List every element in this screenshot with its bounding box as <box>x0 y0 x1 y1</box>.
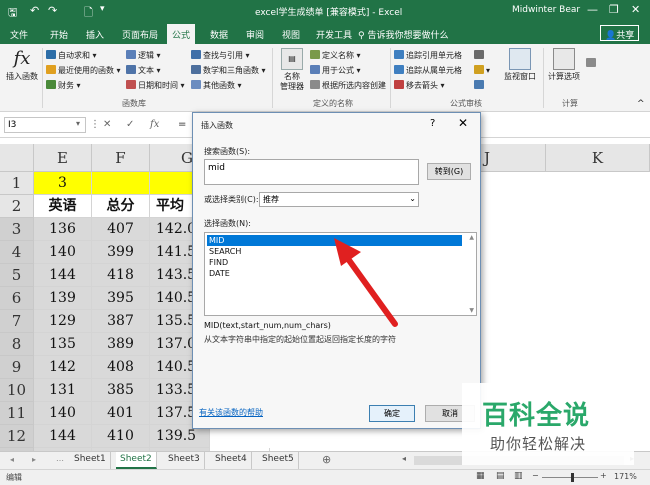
watermark: 百科全说 助你轻松解决 <box>462 383 634 465</box>
watermark-title: 百科全说 <box>482 401 591 431</box>
watermark-subtitle: 助你轻松解决 <box>490 435 587 453</box>
arrow-shaft <box>343 253 398 327</box>
